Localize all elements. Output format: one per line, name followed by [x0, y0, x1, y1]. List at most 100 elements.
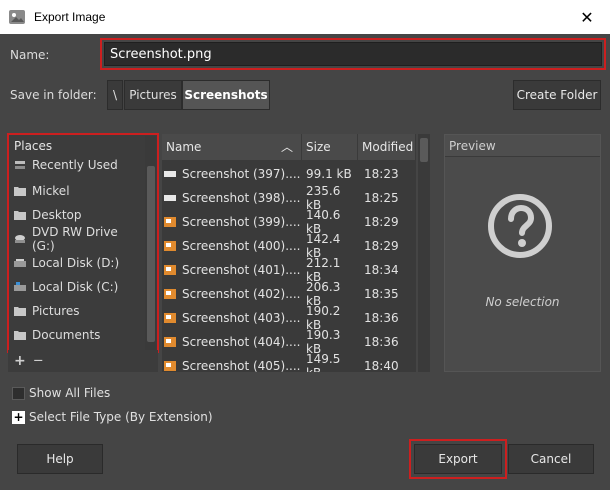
- file-name: Screenshot (400)....: [182, 239, 301, 253]
- file-name: Screenshot (404)....: [182, 335, 301, 349]
- place-label: Local Disk (C:): [32, 280, 119, 294]
- file-name: Screenshot (399)....: [182, 215, 301, 229]
- file-name: Screenshot (405)....: [182, 359, 301, 372]
- image-file-icon: [164, 361, 176, 371]
- place-label: Documents: [32, 328, 101, 342]
- export-dialog: Name: Save in folder: \ Pictures Screens…: [0, 34, 610, 490]
- file-modified: 18:35: [364, 287, 399, 301]
- drive-icon: [14, 282, 26, 291]
- file-name-cell: Screenshot (397)....: [162, 167, 302, 181]
- file-list-scrollbar[interactable]: [418, 134, 430, 372]
- cancel-button[interactable]: Cancel: [508, 444, 594, 474]
- file-modified: 18:25: [364, 191, 399, 205]
- file-modified: 18:29: [364, 239, 399, 253]
- file-list: Name ︿ Size Modified Screenshot (397)...…: [162, 134, 416, 372]
- no-selection-text: No selection: [485, 295, 560, 309]
- places-scrollbar[interactable]: [145, 136, 156, 368]
- file-name: Screenshot (403)....: [182, 311, 301, 325]
- folder-icon: [14, 211, 26, 220]
- place-documents[interactable]: Documents: [14, 324, 144, 346]
- export-button[interactable]: Export: [414, 444, 502, 474]
- file-name: Screenshot (401)....: [182, 263, 301, 277]
- show-all-files-row[interactable]: Show All Files: [12, 386, 110, 400]
- file-list-header: Name ︿ Size Modified: [162, 134, 416, 160]
- place-mickel[interactable]: Mickel: [14, 180, 144, 202]
- file-list-scroll-thumb[interactable]: [420, 138, 428, 162]
- place-desktop[interactable]: Desktop: [14, 204, 144, 226]
- place-label: DVD RW Drive (G:): [32, 225, 118, 253]
- title-bar: Export Image ✕: [0, 0, 610, 34]
- file-row[interactable]: Screenshot (398).... 235.6 kB 18:25: [162, 184, 416, 212]
- file-row[interactable]: Screenshot (399).... 140.6 kB 18:29: [162, 208, 416, 236]
- file-modified: 18:40: [364, 359, 399, 372]
- file-row[interactable]: Screenshot (400).... 142.4 kB 18:29: [162, 232, 416, 260]
- column-size[interactable]: Size: [302, 134, 358, 160]
- name-label: Name:: [10, 48, 50, 62]
- file-row[interactable]: Screenshot (405).... 149.5 kB 18:40: [162, 352, 416, 372]
- place-local-disk-c[interactable]: Local Disk (C:): [14, 276, 144, 298]
- image-file-icon: [164, 265, 176, 275]
- file-modified: 18:36: [364, 311, 399, 325]
- file-name-cell: Screenshot (401)....: [162, 263, 302, 277]
- folder-icon: [14, 307, 26, 316]
- places-toolbar: + —: [8, 350, 158, 372]
- column-modified[interactable]: Modified: [358, 134, 416, 160]
- folder-icon: [14, 331, 26, 340]
- remove-bookmark-button[interactable]: —: [34, 356, 43, 366]
- save-in-folder-label: Save in folder:: [10, 88, 97, 102]
- file-row[interactable]: Screenshot (397).... 99.1 kB 18:23: [162, 162, 416, 186]
- file-name-cell: Screenshot (403)....: [162, 311, 302, 325]
- close-icon: ✕: [580, 7, 594, 27]
- file-name-cell: Screenshot (405)....: [162, 359, 302, 372]
- question-mark-icon: [488, 194, 552, 258]
- folder-icon: [14, 187, 26, 196]
- create-folder-button[interactable]: Create Folder: [513, 80, 601, 110]
- window-title: Export Image: [34, 10, 106, 24]
- place-label: Local Disk (D:): [32, 256, 120, 270]
- place-label: Mickel: [32, 184, 70, 198]
- file-size: 99.1 kB: [306, 167, 352, 181]
- file-name: Screenshot (398)....: [182, 191, 301, 205]
- add-bookmark-button[interactable]: +: [14, 353, 26, 369]
- image-file-icon: [164, 337, 176, 347]
- place-pictures[interactable]: Pictures: [14, 300, 144, 322]
- file-modified: 18:34: [364, 263, 399, 277]
- file-modified: 18:29: [364, 215, 399, 229]
- breadcrumb-pictures[interactable]: Pictures: [124, 80, 182, 110]
- places-scroll-thumb[interactable]: [147, 166, 155, 342]
- file-row[interactable]: Screenshot (401).... 212.1 kB 18:34: [162, 256, 416, 284]
- column-name[interactable]: Name ︿: [162, 134, 302, 160]
- select-file-type-row[interactable]: + Select File Type (By Extension): [12, 410, 213, 424]
- file-modified: 18:36: [364, 335, 399, 349]
- select-file-type-label: Select File Type (By Extension): [29, 410, 213, 424]
- image-file-icon: [164, 313, 176, 323]
- file-name-cell: Screenshot (402)....: [162, 287, 302, 301]
- help-button[interactable]: Help: [17, 444, 103, 474]
- places-panel: Places Recently Used Mickel Desktop DVD …: [8, 134, 158, 370]
- place-recently-used[interactable]: Recently Used: [14, 154, 144, 176]
- places-header[interactable]: Places: [8, 134, 144, 156]
- place-local-disk-d[interactable]: Local Disk (D:): [14, 252, 144, 274]
- file-row[interactable]: Screenshot (403).... 190.2 kB 18:36: [162, 304, 416, 332]
- breadcrumb-screenshots[interactable]: Screenshots: [182, 80, 270, 110]
- file-row[interactable]: Screenshot (402).... 206.3 kB 18:35: [162, 280, 416, 308]
- preview-header: Preview: [445, 135, 600, 157]
- place-label: Recently Used: [32, 158, 118, 172]
- place-label: Pictures: [32, 304, 80, 318]
- image-file-icon: [164, 195, 176, 201]
- place-dvd-drive[interactable]: DVD RW Drive (G:): [14, 225, 144, 253]
- filename-input[interactable]: [104, 42, 602, 66]
- expander-plus-icon[interactable]: +: [12, 410, 25, 424]
- file-name: Screenshot (397)....: [182, 167, 301, 181]
- place-label: Desktop: [32, 208, 82, 222]
- file-size: 149.5 kB: [306, 352, 341, 372]
- drive-icon: [14, 259, 26, 267]
- file-name-cell: Screenshot (400)....: [162, 239, 302, 253]
- sort-up-icon: ︿: [280, 140, 293, 154]
- file-row[interactable]: Screenshot (404).... 190.3 kB 18:36: [162, 328, 416, 356]
- show-all-files-checkbox[interactable]: [12, 386, 25, 400]
- column-name-label: Name: [166, 140, 202, 154]
- close-button[interactable]: ✕: [564, 0, 610, 34]
- clock-icon: [15, 161, 25, 169]
- breadcrumb-root[interactable]: \: [107, 80, 123, 110]
